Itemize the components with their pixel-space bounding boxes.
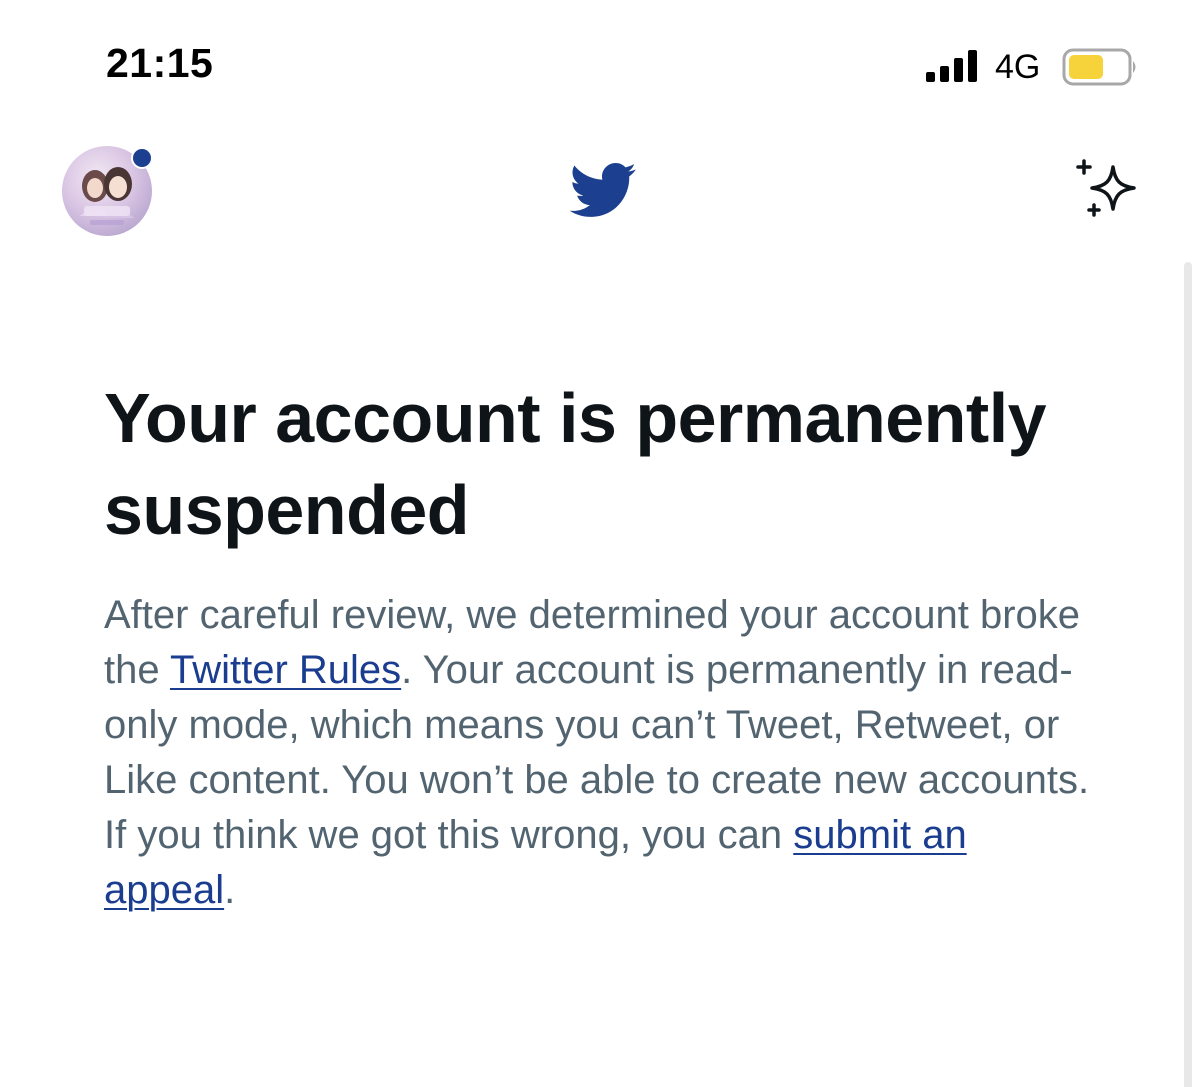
twitter-bird-icon[interactable] — [560, 155, 644, 225]
suspension-message: After careful review, we determined your… — [104, 588, 1104, 918]
network-type-label: 4G — [995, 48, 1041, 86]
page-title: Your account is permanently suspended — [104, 379, 1047, 549]
status-time: 21:15 — [106, 40, 214, 86]
signal-strength-icon — [926, 50, 977, 82]
sparkle-icon[interactable] — [1070, 155, 1144, 225]
twitter-rules-link[interactable]: Twitter Rules — [170, 648, 401, 692]
battery-icon — [1062, 48, 1136, 86]
suspended-account-screen: 21:15 4G Your account is permanently sus… — [0, 0, 1200, 1087]
message-text-part-3: . — [224, 868, 236, 912]
scrollbar[interactable] — [1184, 262, 1192, 1087]
notification-dot — [131, 147, 153, 169]
